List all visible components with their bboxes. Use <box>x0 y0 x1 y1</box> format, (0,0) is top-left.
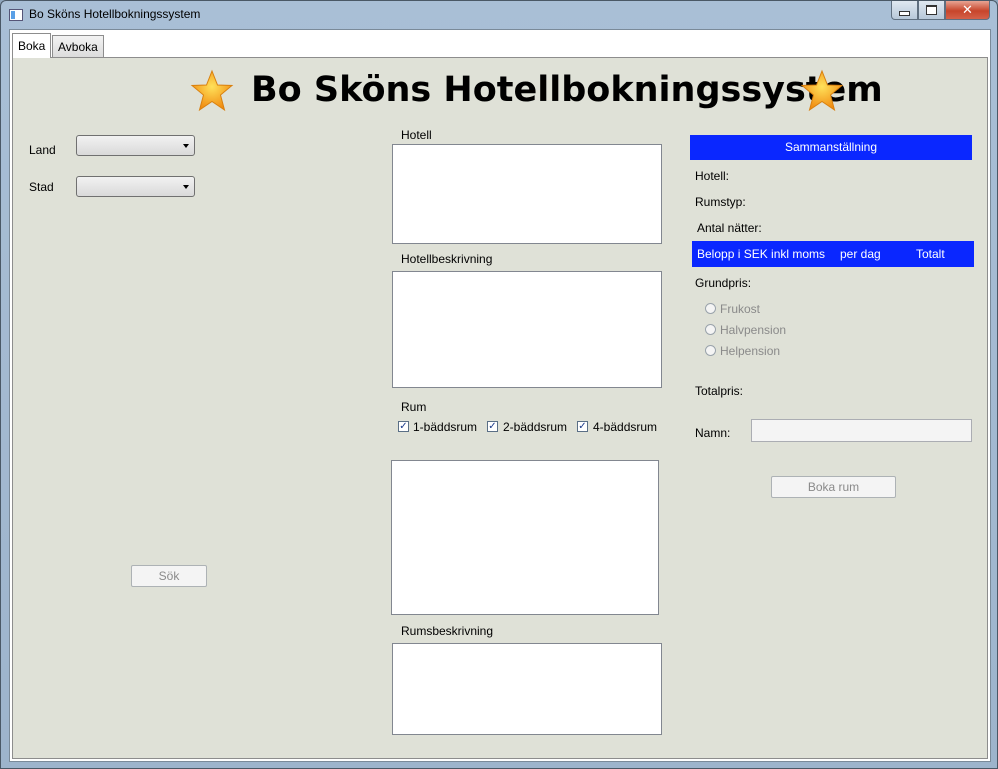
room-label: Rum <box>401 400 427 414</box>
room-list[interactable] <box>391 460 659 615</box>
summary-nights-label: Antal nätter: <box>697 221 762 235</box>
hotel-description-box[interactable] <box>392 271 662 388</box>
client-area: Boka Avboka Bo Sköns Hotellbokningssyste… <box>9 29 991 762</box>
price-band: Belopp i SEK inkl moms per dag Totalt <box>692 241 974 267</box>
amount-label: Belopp i SEK inkl moms <box>697 247 826 261</box>
room-type-label: 1-bäddsrum <box>413 420 478 434</box>
tab-strip: Boka Avboka <box>10 30 990 58</box>
window-title: Bo Sköns Hotellbokningssystem <box>29 7 201 21</box>
book-room-button[interactable]: Boka rum <box>771 476 896 498</box>
name-label: Namn: <box>695 426 731 440</box>
meal-option-label: Halvpension <box>720 323 787 337</box>
country-label: Land <box>29 143 56 157</box>
search-button[interactable]: Sök <box>131 565 207 587</box>
per-day-label: per dag <box>840 247 881 261</box>
room-type-checkbox[interactable]: ✓ <box>487 421 498 432</box>
country-select[interactable] <box>76 135 195 156</box>
meal-option-label: Frukost <box>720 302 761 316</box>
chevron-down-icon <box>183 144 189 148</box>
hotel-list[interactable] <box>392 144 662 244</box>
city-label: Stad <box>29 180 54 194</box>
close-icon: ✕ <box>962 2 973 18</box>
base-price-label: Grundpris: <box>695 276 752 290</box>
tab-avboka[interactable]: Avboka <box>52 35 104 57</box>
meal-option-label: Helpension <box>720 344 781 358</box>
chevron-down-icon <box>183 185 189 189</box>
room-type-checkbox[interactable]: ✓ <box>398 421 409 432</box>
total-label: Totalt <box>916 247 945 261</box>
app-icon[interactable] <box>9 9 23 21</box>
star-icon <box>800 69 844 112</box>
tab-boka[interactable]: Boka <box>12 33 52 58</box>
room-type-checkbox[interactable]: ✓ <box>577 421 588 432</box>
star-icon <box>190 69 234 112</box>
summary-hotel-label: Hotell: <box>695 169 730 183</box>
maximize-button[interactable] <box>918 1 945 20</box>
page-title: Bo Sköns Hotellbokningssystem <box>251 70 883 110</box>
room-type-label: 2-bäddsrum <box>503 420 568 434</box>
room-description-label: Rumsbeskrivning <box>401 624 494 638</box>
meal-option-radio[interactable] <box>705 303 716 314</box>
meal-option-radio[interactable] <box>705 324 716 335</box>
minimize-button[interactable] <box>891 1 918 20</box>
meal-option-radio[interactable] <box>705 345 716 356</box>
hotel-label: Hotell <box>401 128 432 142</box>
room-description-box[interactable] <box>392 643 662 735</box>
close-button[interactable]: ✕ <box>945 1 990 20</box>
city-select[interactable] <box>76 176 195 197</box>
maximize-icon <box>926 5 937 15</box>
name-input[interactable] <box>751 419 972 442</box>
app-window: Bo Sköns Hotellbokningssystem ✕ Boka Avb… <box>0 0 998 769</box>
summary-room-type-label: Rumstyp: <box>695 195 746 209</box>
minimize-icon <box>899 10 910 16</box>
room-type-label: 4-bäddsrum <box>593 420 658 434</box>
title-bar[interactable]: Bo Sköns Hotellbokningssystem ✕ <box>1 1 997 29</box>
summary-header: Sammanställning <box>690 135 972 160</box>
total-price-label: Totalpris: <box>695 384 744 398</box>
hotel-description-label: Hotellbeskrivning <box>401 252 493 266</box>
tab-content-boka: Bo Sköns Hotellbokningssystem Land Stad … <box>12 57 988 759</box>
